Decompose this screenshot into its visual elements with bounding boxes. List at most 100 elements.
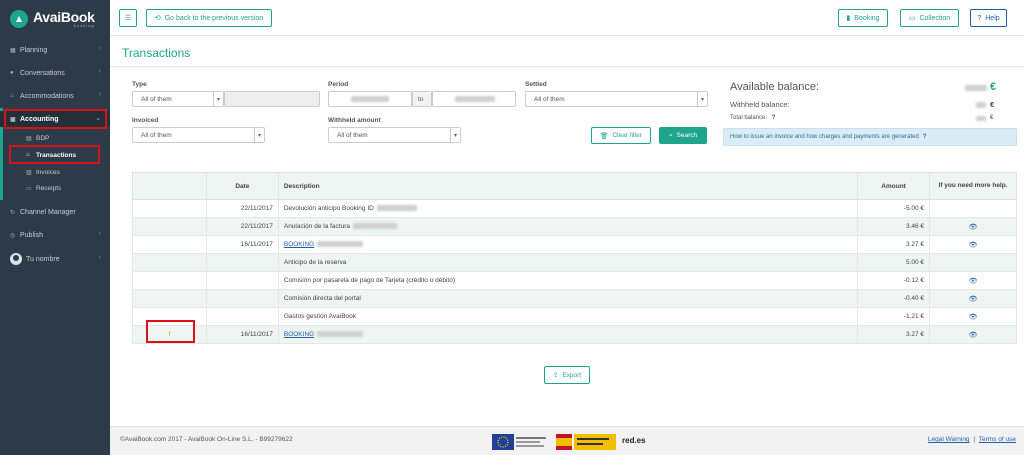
footer: ©AvaiBook.com 2017 - AvaiBook On-Line S.… [110, 426, 1024, 455]
row-status [132, 253, 207, 272]
description-text: Anulación de la factura [283, 223, 350, 230]
booking-link[interactable]: BOOKING [284, 241, 314, 248]
card-icon: ▭ [908, 15, 916, 22]
table-row: Anticipo de la reserva 5.00 € [132, 253, 1017, 272]
row-amount: 5.00 € [857, 253, 931, 272]
chevron-down-icon: ▾ [697, 92, 707, 106]
type-select-value: All of them [141, 95, 172, 103]
document-icon: ▤ [26, 135, 32, 142]
sidebar-item-label: Receipts [36, 184, 62, 192]
settled-select[interactable]: All of them ▾ [525, 91, 708, 107]
table-row: 22/11/2017 Anulación de la factura 3.46 € 👁 [132, 217, 1017, 236]
period-to-input[interactable] [432, 91, 516, 107]
chevron-left-icon: ‹ [98, 254, 101, 261]
logo-icon [10, 10, 28, 28]
booking-link[interactable]: BOOKING [284, 331, 314, 338]
row-status [132, 271, 207, 290]
sidebar-item-accommodations[interactable]: ⌂ Accommodations ‹ [0, 88, 110, 104]
eye-icon[interactable]: 👁 [969, 278, 978, 285]
eye-icon[interactable]: 👁 [969, 314, 978, 321]
sidebar-item-label: Publish [20, 231, 43, 239]
row-help: 👁 [929, 325, 1017, 344]
total-balance-row: Total balance: ? [730, 115, 775, 121]
booking-button[interactable]: ▮ Booking [838, 9, 888, 27]
help-button[interactable]: ? Help [970, 9, 1007, 27]
redacted-id [317, 331, 364, 338]
description-text: Devolución anticipo Booking ID [283, 205, 374, 212]
header-description[interactable]: Description [277, 172, 859, 200]
row-status [132, 235, 207, 254]
withheld-select-value: All of them [337, 131, 368, 139]
legal-links: Legal Warning | Terms of use [928, 436, 1016, 443]
row-description: BOOKING [277, 325, 859, 344]
available-balance-label: Available balance: [730, 81, 820, 93]
row-description: Anticipo de la reserva [277, 253, 859, 272]
red-es-logo: red.es [622, 436, 646, 445]
question-icon[interactable]: ? [772, 115, 776, 121]
sidebar-item-label: Invoices [36, 168, 60, 176]
redacted-id [317, 241, 364, 248]
row-help: 👁 [929, 289, 1017, 308]
eye-icon[interactable]: 👁 [969, 296, 978, 303]
table-row: Comisión directa del portal -0.40 € 👁 [132, 289, 1017, 308]
description-text: Comisión directa del portal [283, 295, 361, 302]
withheld-balance-value [976, 102, 986, 108]
chevron-left-icon: ‹ [98, 230, 101, 237]
search-button-label: Search [676, 132, 698, 139]
row-help: 👁 [929, 217, 1017, 236]
eye-icon[interactable]: 👁 [969, 242, 978, 249]
row-date: 22/11/2017 [205, 199, 279, 218]
invoiced-select[interactable]: All of them ▾ [132, 127, 265, 143]
sidebar-item-channel-manager[interactable]: ↻ Channel Manager [0, 204, 110, 220]
row-description: Comisión por pasarela de pago de Tarjeta… [277, 271, 859, 290]
sidebar-item-label: Tu nombre [26, 255, 60, 263]
row-description: Comisión directa del portal [277, 289, 859, 308]
logo[interactable]: AvaiBook booking [0, 0, 110, 38]
clear-filter-button[interactable]: 🗑 Clear filter [591, 127, 651, 144]
sidebar-item-receipts[interactable]: ▭ Receipts [0, 180, 110, 196]
invoice-info-link[interactable]: How to issue an invoice and how charges … [723, 128, 1017, 146]
invoiced-select-value: All of them [141, 131, 172, 139]
back-previous-version-button[interactable]: ⟲ Go back to the previous version [146, 9, 272, 27]
row-help: 👁 [929, 307, 1017, 326]
row-help [929, 253, 1017, 272]
row-description: Anulación de la factura [277, 217, 859, 236]
eye-icon[interactable]: 👁 [969, 332, 978, 339]
redacted-id [353, 223, 397, 230]
copyright: ©AvaiBook.com 2017 - AvaiBook On-Line S.… [120, 436, 293, 443]
row-date [205, 307, 279, 326]
sidebar-item-profile[interactable]: Tu nombre ‹ [0, 251, 110, 267]
back-button-label: Go back to the previous version [164, 14, 264, 22]
total-balance-currency: € [990, 115, 994, 121]
header-amount[interactable]: Amount [857, 172, 931, 200]
sidebar-item-planning[interactable]: ▦ Planning ‹ [0, 42, 110, 58]
period-to-value [455, 96, 495, 102]
row-amount: 3.27 € [857, 325, 931, 344]
sidebar-item-bdp[interactable]: ▤ BDP [0, 130, 110, 146]
settled-label: Settled [525, 81, 547, 88]
sidebar-item-invoices[interactable]: ▥ Invoices [0, 164, 110, 180]
search-button[interactable]: ⌕ Search [659, 127, 707, 144]
chat-icon: ● [10, 70, 14, 76]
eye-icon[interactable]: 👁 [969, 224, 978, 231]
collection-button[interactable]: ▭ Collection [900, 9, 959, 27]
export-button[interactable]: ⇪ Export [544, 366, 590, 384]
avatar [10, 253, 22, 265]
row-date: 22/11/2017 [205, 217, 279, 236]
sidebar-item-conversations[interactable]: ● Conversations ‹ [0, 65, 110, 81]
settled-select-value: All of them [534, 95, 565, 103]
row-date: 16/11/2017 [205, 235, 279, 254]
period-from-input[interactable] [328, 91, 412, 107]
type-select[interactable]: All of them ▾ [132, 91, 224, 107]
header-date[interactable]: Date [205, 172, 279, 200]
chevron-left-icon: ‹ [98, 45, 101, 52]
legal-warning-link[interactable]: Legal Warning [928, 436, 970, 443]
menu-toggle-button[interactable]: ☰ [119, 9, 137, 27]
sidebar-item-publish[interactable]: ◎ Publish ‹ [0, 227, 110, 243]
withheld-select[interactable]: All of them ▾ [328, 127, 461, 143]
terms-of-use-link[interactable]: Terms of use [979, 436, 1016, 443]
type-subselect[interactable] [224, 91, 320, 107]
bar-chart-icon: ▥ [26, 169, 32, 176]
booking-button-label: Booking [854, 14, 880, 22]
row-amount: 3.27 € [857, 235, 931, 254]
